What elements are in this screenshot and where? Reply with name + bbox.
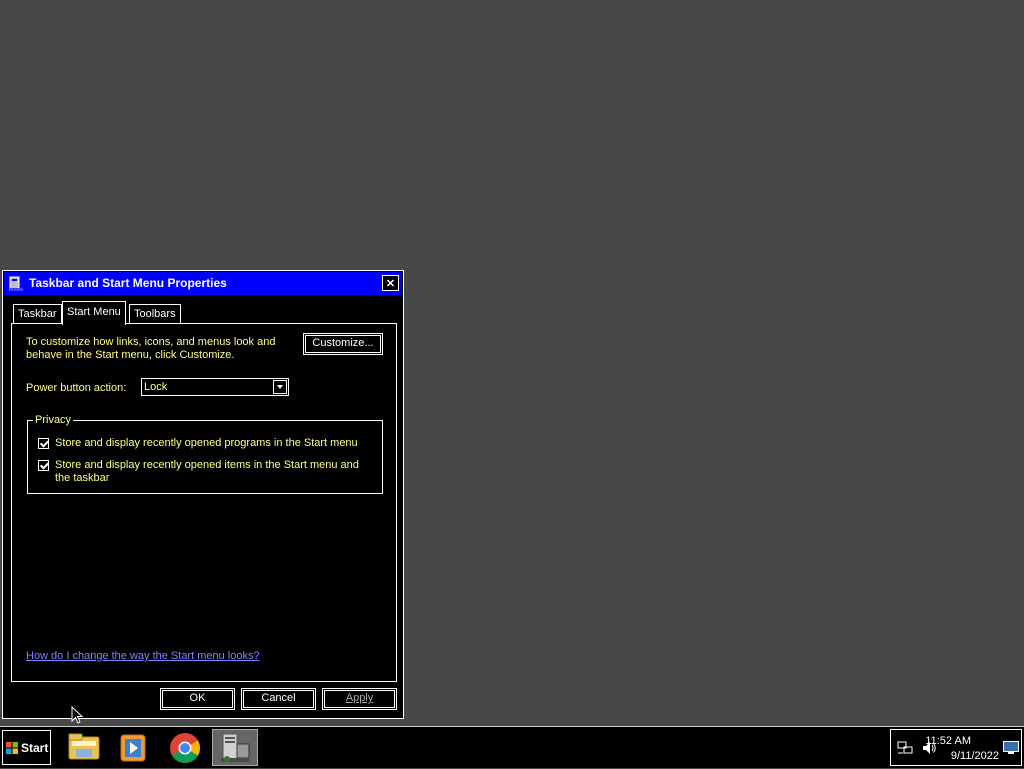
ok-button[interactable]: OK <box>160 688 235 710</box>
chrome-icon <box>170 733 201 764</box>
recent-items-label: Store and display recently opened items … <box>55 459 359 484</box>
ok-button-label: OK <box>189 692 206 704</box>
taskbar: Start 11:52 AM 9/11/2022 <box>0 726 1024 768</box>
tab-taskbar[interactable]: Taskbar <box>13 304 62 323</box>
taskbar-app-media-player[interactable] <box>111 729 155 766</box>
privacy-option-programs[interactable]: Store and display recently opened progra… <box>38 437 365 450</box>
chevron-down-icon[interactable] <box>273 380 287 394</box>
dialog-title: Taskbar and Start Menu Properties <box>29 276 227 290</box>
system-tray: 11:52 AM 9/11/2022 <box>890 729 1022 766</box>
taskbar-app-explorer[interactable] <box>62 729 106 766</box>
apply-button[interactable]: Apply <box>322 688 397 710</box>
recent-items-checkbox[interactable] <box>38 460 49 471</box>
tab-start-menu[interactable]: Start Menu <box>62 301 126 325</box>
close-icon: ✕ <box>385 278 396 290</box>
privacy-legend: Privacy <box>33 414 74 426</box>
power-button-select[interactable]: Lock <box>141 378 289 396</box>
tab-label: Toolbars <box>134 308 176 320</box>
taskbar-properties-dialog: Taskbar and Start Menu Properties ✕ Task… <box>2 270 404 719</box>
tab-toolbars[interactable]: Toolbars <box>129 304 181 323</box>
taskbar-app-server-manager[interactable] <box>212 729 258 766</box>
close-button[interactable]: ✕ <box>382 275 399 291</box>
apply-button-label: Apply <box>345 692 374 704</box>
media-player-icon <box>120 734 146 762</box>
privacy-option-items[interactable]: Store and display recently opened items … <box>38 459 365 485</box>
start-button[interactable]: Start <box>2 730 51 765</box>
show-desktop-icon[interactable] <box>1003 741 1019 755</box>
customize-button-label: Customize... <box>312 337 374 349</box>
start-label: Start <box>21 741 49 755</box>
file-explorer-icon <box>68 733 100 760</box>
clock-date[interactable]: 9/11/2022 <box>951 750 999 762</box>
start-menu-panel: To customize how links, icons, and menus… <box>11 323 397 682</box>
taskbar-properties-icon <box>9 276 23 291</box>
privacy-group: Privacy Store and display recently opene… <box>27 414 383 494</box>
windows-logo-icon <box>6 742 18 754</box>
title-bar[interactable]: Taskbar and Start Menu Properties ✕ <box>4 272 402 295</box>
tab-label: Taskbar <box>18 308 57 320</box>
tab-label: Start Menu <box>67 306 121 318</box>
recent-programs-checkbox[interactable] <box>38 438 49 449</box>
taskbar-app-chrome[interactable] <box>163 729 207 766</box>
clock-time[interactable]: 11:52 AM <box>925 735 971 747</box>
recent-programs-label: Store and display recently opened progra… <box>55 437 358 449</box>
customize-button[interactable]: Customize... <box>303 333 383 355</box>
network-icon[interactable] <box>897 741 913 755</box>
server-manager-icon <box>221 733 250 762</box>
customize-description: To customize how links, icons, and menus… <box>26 336 276 361</box>
power-button-value: Lock <box>144 381 168 393</box>
power-button-label: Power button action: <box>26 382 127 394</box>
mouse-cursor-icon <box>71 706 83 724</box>
cancel-button-label: Cancel <box>261 692 296 704</box>
start-menu-help-link[interactable]: How do I change the way the Start menu l… <box>26 650 260 662</box>
cancel-button[interactable]: Cancel <box>241 688 316 710</box>
